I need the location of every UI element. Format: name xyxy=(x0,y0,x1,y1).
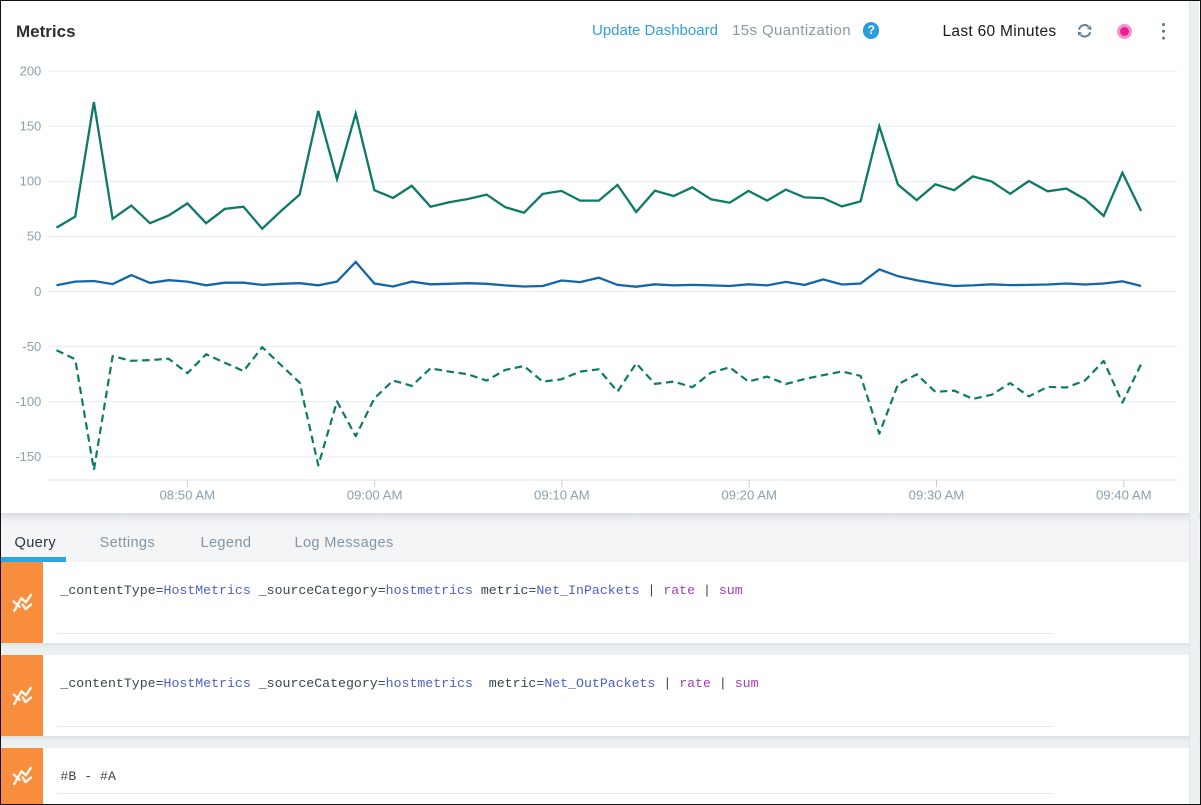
svg-text:-50: -50 xyxy=(23,339,42,354)
svg-text:-150: -150 xyxy=(15,449,41,464)
svg-text:50: 50 xyxy=(27,229,41,244)
svg-text:09:00 AM: 09:00 AM xyxy=(347,488,403,503)
svg-text:09:40 AM: 09:40 AM xyxy=(1096,488,1152,503)
svg-text:09:20 AM: 09:20 AM xyxy=(721,488,777,503)
svg-text:09:30 AM: 09:30 AM xyxy=(909,488,965,503)
svg-text:08:50 AM: 08:50 AM xyxy=(159,488,215,503)
svg-text:200: 200 xyxy=(20,64,42,79)
svg-text:100: 100 xyxy=(20,174,42,189)
svg-text:-100: -100 xyxy=(15,394,41,409)
svg-text:09:10 AM: 09:10 AM xyxy=(534,488,590,503)
svg-text:0: 0 xyxy=(34,284,41,299)
svg-text:150: 150 xyxy=(20,119,42,134)
